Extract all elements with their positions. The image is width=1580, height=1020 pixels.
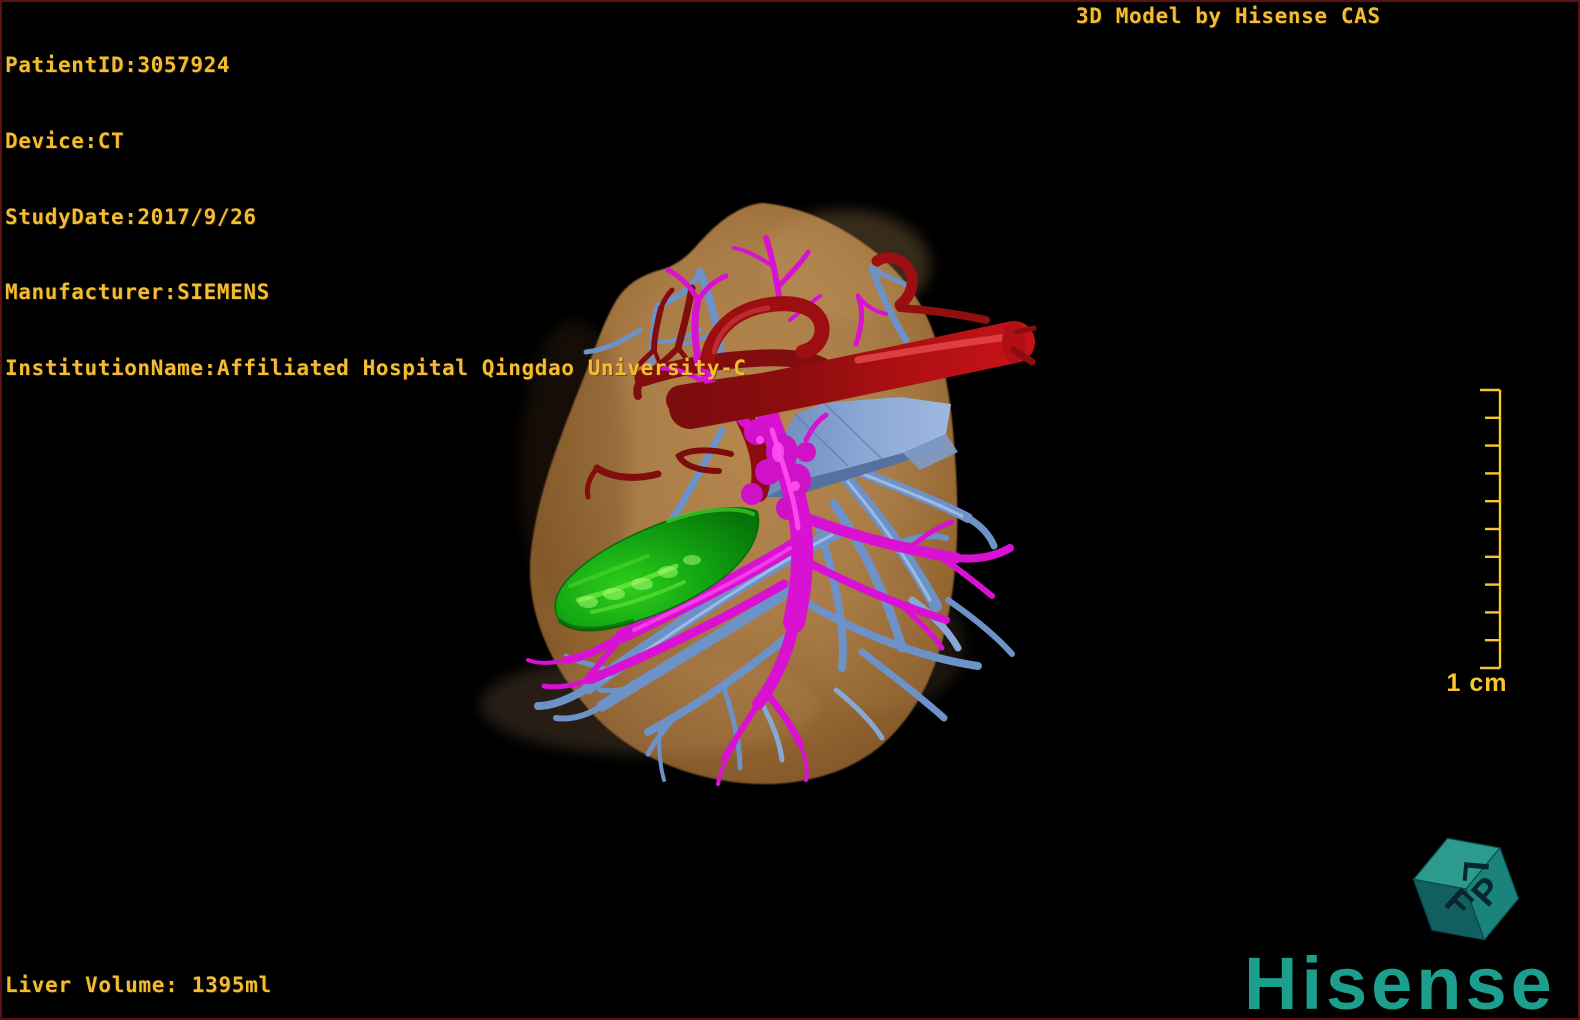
liver-volume-readout: Liver Volume: 1395ml xyxy=(5,973,272,997)
patient-id-line: PatientID:3057924 xyxy=(5,53,231,78)
patient-info-overlay: PatientID:3057924 Device:CT StudyDate:20… xyxy=(5,3,747,431)
cas-3d-viewer: 1 cm L F P PatientID:3057924 Device:CT S… xyxy=(0,0,1580,1020)
device-line: Device:CT xyxy=(5,129,125,154)
institution-line: InstitutionName:Affiliated Hospital Qing… xyxy=(5,355,747,380)
hisense-cube-icon: L F P xyxy=(1412,837,1520,941)
hisense-wordmark: Hisense xyxy=(1244,942,1556,1020)
scale-label: 1 cm xyxy=(1447,669,1508,697)
watermark-title: 3D Model by Hisense CAS xyxy=(1076,4,1381,28)
study-date-line: StudyDate:2017/9/26 xyxy=(5,204,257,229)
manufacturer-line: Manufacturer:SIEMENS xyxy=(5,280,270,305)
scale-bar: 1 cm xyxy=(1447,388,1508,697)
